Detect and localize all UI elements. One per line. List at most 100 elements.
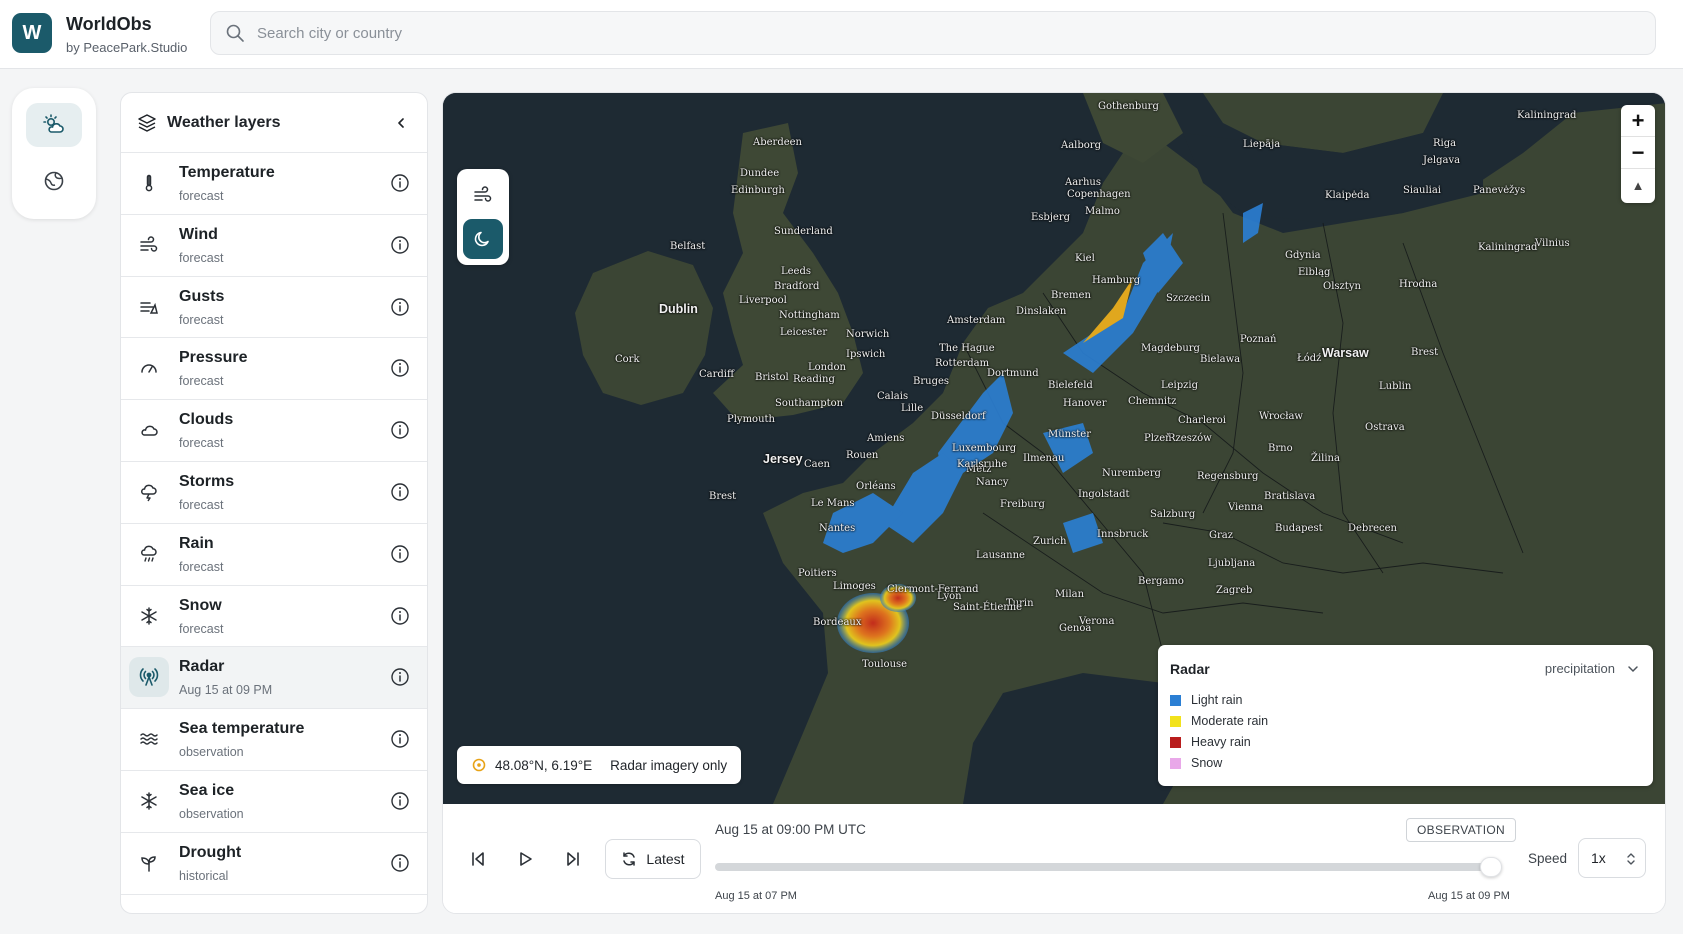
city-label: Liverpool	[739, 295, 787, 306]
layer-item-wind[interactable]: Wind forecast	[121, 215, 427, 277]
legend-item: Light rain	[1170, 693, 1242, 707]
map-tools	[457, 169, 509, 265]
info-icon[interactable]	[389, 296, 411, 318]
layer-icon-wrap	[129, 719, 169, 759]
city-label: Leeds	[781, 266, 812, 277]
info-icon[interactable]	[389, 790, 411, 812]
info-icon[interactable]	[389, 481, 411, 503]
layer-item-sea-temperature[interactable]: Sea temperature observation	[121, 709, 427, 771]
rail-weather-button[interactable]	[26, 103, 82, 147]
city-label: Aberdeen	[753, 137, 802, 148]
layer-name: Snow	[179, 596, 222, 614]
city-label: Rouen	[846, 450, 879, 461]
legend-label: Snow	[1191, 756, 1223, 770]
app-title: WorldObs	[66, 14, 152, 34]
zoom-out-button[interactable]: −	[1621, 137, 1655, 169]
layer-item-temperature[interactable]: Temperature forecast	[121, 153, 427, 215]
layer-item-gusts[interactable]: Gusts forecast	[121, 277, 427, 339]
zoom-in-button[interactable]: +	[1621, 105, 1655, 137]
step-back-button[interactable]	[461, 842, 495, 876]
search-bar[interactable]	[210, 11, 1656, 55]
compass-button[interactable]: ▲	[1621, 169, 1655, 201]
layer-name: Sea ice	[179, 781, 235, 799]
city-label: Clermont-Ferrand	[887, 584, 979, 595]
info-icon[interactable]	[389, 234, 411, 256]
timeline-start-label: Aug 15 at 07 PM	[715, 890, 797, 902]
layer-item-sea-ice[interactable]: Sea ice observation	[121, 771, 427, 833]
app-logo[interactable]: W	[12, 13, 52, 53]
time-slider-thumb[interactable]	[1480, 857, 1502, 877]
city-label: Limoges	[833, 581, 876, 592]
dark-mode-toggle[interactable]	[463, 219, 503, 259]
info-icon[interactable]	[389, 419, 411, 441]
city-label: Debrecen	[1348, 523, 1397, 534]
layer-item-radar[interactable]: Radar Aug 15 at 09 PM	[121, 647, 427, 710]
layer-item-clouds[interactable]: Clouds forecast	[121, 400, 427, 462]
logo-letter: W	[22, 21, 42, 44]
info-icon[interactable]	[389, 357, 411, 379]
cloud-icon	[141, 425, 158, 436]
city-label: Dundee	[740, 168, 780, 179]
wind-particles-toggle[interactable]	[463, 175, 503, 215]
speed-select[interactable]: 1x	[1578, 838, 1646, 878]
city-label: Bremen	[1051, 290, 1091, 301]
info-icon[interactable]	[389, 172, 411, 194]
layer-item-pressure[interactable]: Pressure forecast	[121, 338, 427, 401]
info-icon[interactable]	[389, 666, 411, 688]
city-label: Ilmenau	[1023, 453, 1065, 464]
city-label: Dortmund	[987, 368, 1039, 379]
waves-icon	[140, 733, 158, 745]
city-label: Aarhus	[1065, 177, 1101, 188]
city-label: Žilina	[1311, 453, 1340, 464]
city-label: Esbjerg	[1031, 212, 1071, 223]
info-icon[interactable]	[389, 605, 411, 627]
layer-icon-wrap	[129, 781, 169, 821]
layer-item-storms[interactable]: Storms forecast	[121, 462, 427, 524]
mode-rail	[12, 88, 96, 219]
legend-label: Heavy rain	[1191, 735, 1251, 749]
layer-subtitle: observation	[179, 745, 244, 760]
info-icon[interactable]	[389, 852, 411, 874]
legend-variable-select[interactable]: precipitation	[1545, 661, 1639, 676]
skip-forward-icon	[567, 852, 579, 866]
city-label: The Hague	[939, 343, 995, 354]
info-icon[interactable]	[389, 543, 411, 565]
layer-item-snow[interactable]: Snow forecast	[121, 586, 427, 648]
time-slider[interactable]	[715, 857, 1502, 877]
step-forward-button[interactable]	[556, 842, 590, 876]
city-label: Gdynia	[1285, 250, 1321, 261]
layer-name: Drought	[179, 843, 242, 861]
radar-map[interactable]: Gothenburg Kaliningrad Aberdeen Aalborg Liep…	[443, 93, 1665, 804]
layer-name: Rain	[179, 534, 214, 552]
city-label: Brno	[1268, 443, 1293, 454]
weather-layers-panel: Weather layers Temperature forecast Wind fo…	[120, 92, 428, 914]
collapse-panel-button[interactable]	[389, 111, 413, 135]
search-input[interactable]	[257, 24, 1607, 42]
city-label: Riga	[1433, 138, 1457, 149]
layer-item-drought[interactable]: Drought historical	[121, 833, 427, 895]
layer-name: Pressure	[179, 349, 248, 367]
city-label: Dublin	[659, 302, 698, 316]
layer-name: Sea temperature	[179, 720, 305, 738]
radar-icon	[139, 668, 159, 687]
layer-name: Radar	[179, 658, 225, 676]
info-icon[interactable]	[389, 728, 411, 750]
layer-name: Wind	[179, 225, 218, 243]
play-button[interactable]	[508, 842, 542, 876]
city-label: Caen	[804, 459, 830, 470]
layer-subtitle: forecast	[179, 559, 224, 574]
rail-globe-button[interactable]	[26, 159, 82, 203]
city-label: Liepāja	[1243, 139, 1281, 150]
layer-item-rain[interactable]: Rain forecast	[121, 524, 427, 586]
wind-icon	[474, 186, 492, 202]
latest-button[interactable]: Latest	[605, 839, 701, 879]
moon-icon	[474, 231, 489, 247]
layer-icon-wrap	[129, 843, 169, 883]
chevron-updown-icon	[1627, 853, 1635, 865]
zoom-control: + − ▲	[1621, 105, 1655, 203]
panel-header: Weather layers	[121, 93, 427, 153]
layer-icon-wrap	[129, 410, 169, 450]
layer-name: Gusts	[179, 287, 225, 305]
layer-icon-wrap	[129, 534, 169, 574]
city-label: Ljubljana	[1208, 558, 1256, 569]
